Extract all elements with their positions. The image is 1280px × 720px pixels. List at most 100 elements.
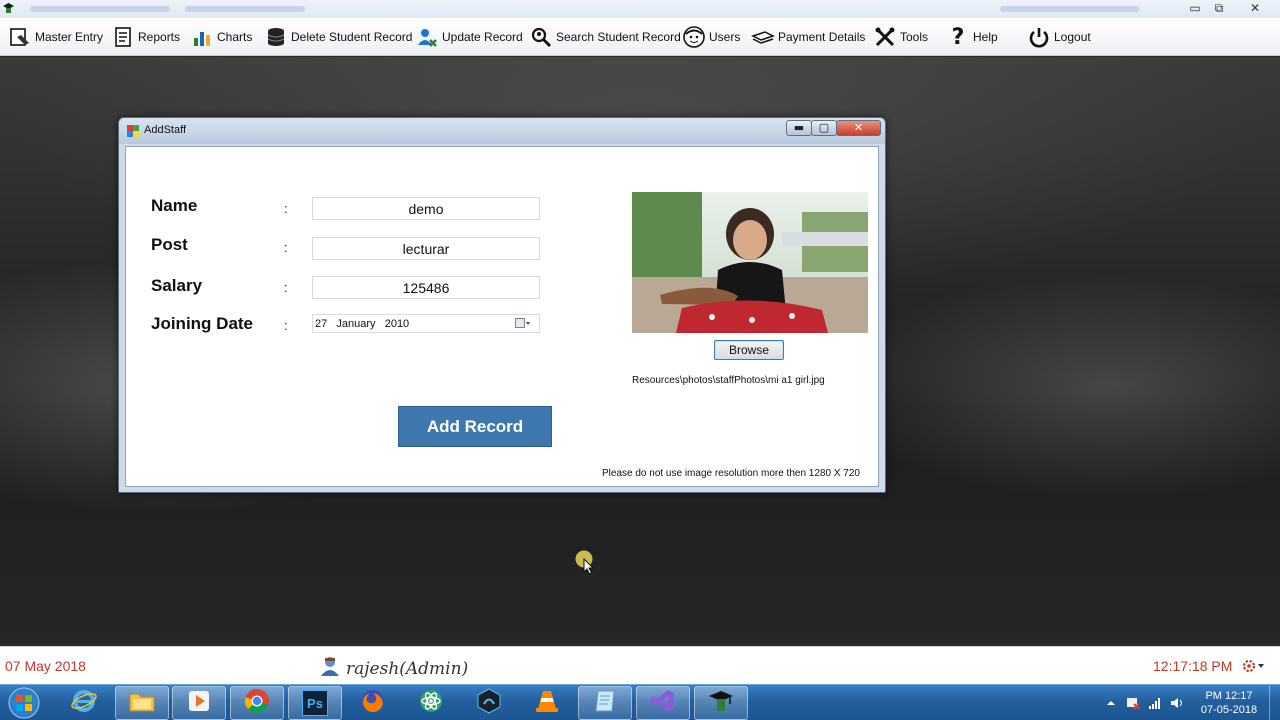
menu-master-entry[interactable]: Master Entry: [8, 22, 103, 52]
taskbar-nox[interactable]: [462, 686, 516, 720]
start-button[interactable]: [4, 686, 44, 720]
taskbar-visual-studio[interactable]: [636, 686, 690, 720]
taskbar-file-explorer[interactable]: [115, 686, 169, 720]
action-center-icon[interactable]: [1126, 696, 1140, 710]
tools-icon: [873, 25, 897, 49]
menu-payment-details[interactable]: Payment Details: [751, 22, 865, 52]
mouse-cursor-icon: [575, 550, 597, 576]
help-icon: ?: [951, 24, 965, 50]
clock-date: 07-05-2018: [1200, 704, 1258, 716]
system-clock[interactable]: PM 12:17 07-05-2018: [1196, 689, 1262, 717]
volume-icon[interactable]: [1170, 696, 1184, 710]
taskbar-chrome[interactable]: [230, 686, 284, 720]
menu-label: Reports: [138, 30, 181, 44]
taskbar-atom[interactable]: [404, 686, 458, 720]
salary-input[interactable]: [312, 276, 540, 299]
windows-taskbar: Ps PM 12:17 07-05-2018: [0, 684, 1280, 720]
menu-help[interactable]: ? Help: [946, 22, 998, 52]
title-text-blur: [185, 6, 305, 12]
browse-button[interactable]: Browse: [714, 340, 784, 360]
photo-path-label: Resources\photos\staffPhotos\mi a1 girl.…: [632, 375, 825, 386]
search-record-icon: [529, 25, 553, 49]
add-staff-dialog: AddStaff ▬ ▢ ✕ Name : Post : Salary : Jo…: [118, 117, 886, 493]
colon: :: [284, 201, 288, 216]
dialog-title: AddStaff: [144, 124, 186, 136]
show-desktop-button[interactable]: [1269, 685, 1280, 720]
menu-logout[interactable]: Logout: [1027, 22, 1091, 52]
title-text-blur: [1000, 6, 1140, 12]
photoshop-icon: Ps: [302, 690, 328, 716]
taskbar-notepad[interactable]: [578, 686, 632, 720]
taskbar-vlc[interactable]: [520, 686, 574, 720]
dialog-title-bar[interactable]: AddStaff ▬ ▢ ✕: [119, 118, 885, 144]
app-title-bar: ▭ ⧉ ✕: [0, 0, 1280, 18]
menu-charts[interactable]: Charts: [190, 22, 252, 52]
taskbar-firefox[interactable]: [346, 686, 400, 720]
add-record-button[interactable]: Add Record: [398, 406, 552, 447]
dialog-minimize-button[interactable]: ▬: [786, 120, 812, 136]
app-restore-button[interactable]: ⧉: [1208, 0, 1230, 16]
notepad-icon: [592, 688, 618, 719]
status-time: 12:17:18 PM: [1153, 658, 1233, 674]
file-explorer-icon: [128, 689, 156, 718]
salary-label: Salary: [151, 276, 203, 295]
update-record-icon: [415, 25, 439, 49]
master-entry-icon: [8, 25, 32, 49]
app-minimize-button[interactable]: ▭: [1184, 0, 1206, 16]
menu-reports[interactable]: Reports: [111, 22, 180, 52]
menu-label: Logout: [1054, 30, 1091, 44]
menu-label: Tools: [900, 30, 929, 44]
menu-search-student-record[interactable]: Search Student Record: [529, 22, 681, 52]
menu-label: Help: [973, 30, 998, 44]
name-input[interactable]: [312, 197, 540, 220]
form-icon: [126, 124, 140, 138]
dialog-maximize-button[interactable]: ▢: [811, 120, 837, 136]
taskbar-media-player[interactable]: [172, 686, 226, 720]
menu-label: Payment Details: [778, 30, 866, 44]
staff-photo: [632, 192, 868, 333]
app-close-button[interactable]: ✕: [1244, 0, 1266, 16]
payment-icon: [751, 25, 775, 49]
user-icon: [318, 655, 342, 682]
menu-delete-student-record[interactable]: Delete Student Record: [264, 22, 412, 52]
taskbar-student-app[interactable]: [694, 686, 748, 720]
menu-label: Users: [709, 30, 741, 44]
visual-studio-icon: [650, 688, 676, 719]
status-date: 07 May 2018: [5, 658, 86, 674]
title-text-blur: [30, 6, 170, 12]
chrome-icon: [244, 688, 270, 719]
vlc-icon: [534, 688, 560, 719]
nox-icon: [476, 687, 502, 719]
current-user-name: rajesh(Admin): [346, 658, 469, 679]
joining-date-label: Joining Date: [151, 314, 254, 333]
status-bar: 07 May 2018 rajesh(Admin) 12:17:18 PM: [0, 646, 1280, 684]
student-app-icon: [708, 688, 734, 719]
users-icon: [682, 25, 706, 49]
menu-label: Update Record: [442, 30, 523, 44]
menu-label: Delete Student Record: [291, 30, 413, 44]
taskbar-internet-explorer[interactable]: [57, 686, 111, 720]
post-input[interactable]: [312, 237, 540, 260]
menu-users[interactable]: Users: [682, 22, 740, 52]
name-label: Name: [151, 196, 198, 215]
media-player-icon: [187, 689, 211, 718]
firefox-icon: [360, 688, 386, 719]
current-user: rajesh(Admin): [318, 655, 468, 682]
tray-expand-icon[interactable]: [1104, 696, 1118, 710]
network-icon[interactable]: [1148, 696, 1162, 710]
charts-icon: [190, 25, 214, 49]
joining-date-picker[interactable]: 27 January 2010: [312, 314, 540, 333]
dialog-close-button[interactable]: ✕: [836, 120, 881, 136]
menu-label: Search Student Record: [556, 30, 681, 44]
main-menu-bar: Master Entry Reports Charts Delete Stude…: [0, 18, 1280, 56]
resolution-note: Please do not use image resolution more …: [602, 468, 860, 479]
internet-explorer-icon: [71, 688, 97, 719]
settings-dropdown-icon[interactable]: [1241, 657, 1265, 675]
colon: :: [284, 318, 288, 333]
menu-tools[interactable]: Tools: [873, 22, 928, 52]
menu-update-record[interactable]: Update Record: [415, 22, 523, 52]
calendar-dropdown-icon[interactable]: [515, 317, 531, 330]
atom-icon: [418, 688, 444, 719]
dialog-body: Name : Post : Salary : Joining Date : 27…: [125, 146, 879, 487]
taskbar-photoshop[interactable]: Ps: [288, 686, 342, 720]
